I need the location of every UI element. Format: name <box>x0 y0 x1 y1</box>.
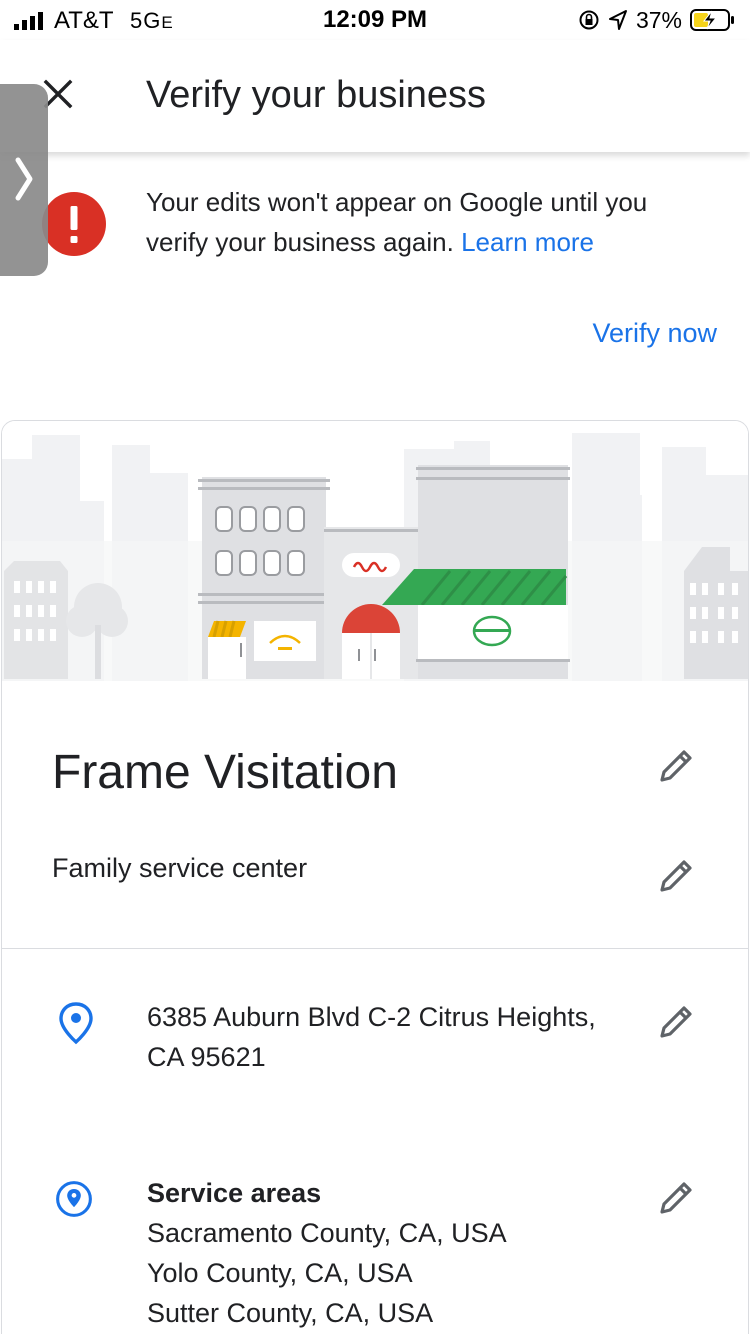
business-category: Family service center <box>52 853 308 883</box>
learn-more-link[interactable]: Learn more <box>461 227 594 257</box>
service-area-item: Sacramento County, CA, USA <box>147 1218 507 1248</box>
page-title: Verify your business <box>146 74 487 116</box>
rotation-lock-icon <box>579 10 599 30</box>
service-areas: Service areas Sacramento County, CA, USA… <box>147 1173 647 1333</box>
service-area-item: Yolo County, CA, USA <box>147 1258 413 1288</box>
section-divider <box>2 948 748 949</box>
business-card: Frame Visitation Family service center 6… <box>1 420 749 1334</box>
service-area-icon <box>56 1181 92 1217</box>
battery-charging-icon <box>690 9 734 31</box>
business-address: 6385 Auburn Blvd C-2 Citrus Heights, CA … <box>147 1002 596 1072</box>
edit-service-areas-pencil-icon[interactable] <box>657 1177 697 1217</box>
storefront-illustration <box>2 421 748 681</box>
status-bar: AT&T 5GE 12:09 PM 37% <box>0 0 750 40</box>
battery-percent: 37% <box>635 6 682 33</box>
service-areas-title: Service areas <box>147 1178 322 1208</box>
location-pin-icon <box>59 1002 93 1045</box>
verify-now-button[interactable]: Verify now <box>592 318 717 349</box>
status-right: 37% <box>578 6 736 34</box>
verification-warning: Your edits won't appear on Google until … <box>146 182 716 262</box>
business-name: Frame Visitation <box>52 746 398 799</box>
side-panel-handle[interactable] <box>0 84 48 276</box>
service-area-item: Sutter County, CA, USA <box>147 1298 434 1328</box>
chevron-right-icon <box>15 157 33 201</box>
alert-icon <box>42 192 106 256</box>
app-bar: Verify your business <box>0 40 750 152</box>
location-arrow-icon <box>608 10 627 30</box>
edit-address-pencil-icon[interactable] <box>657 1001 697 1041</box>
edit-category-pencil-icon[interactable] <box>657 855 697 895</box>
edit-name-pencil-icon[interactable] <box>657 745 697 785</box>
